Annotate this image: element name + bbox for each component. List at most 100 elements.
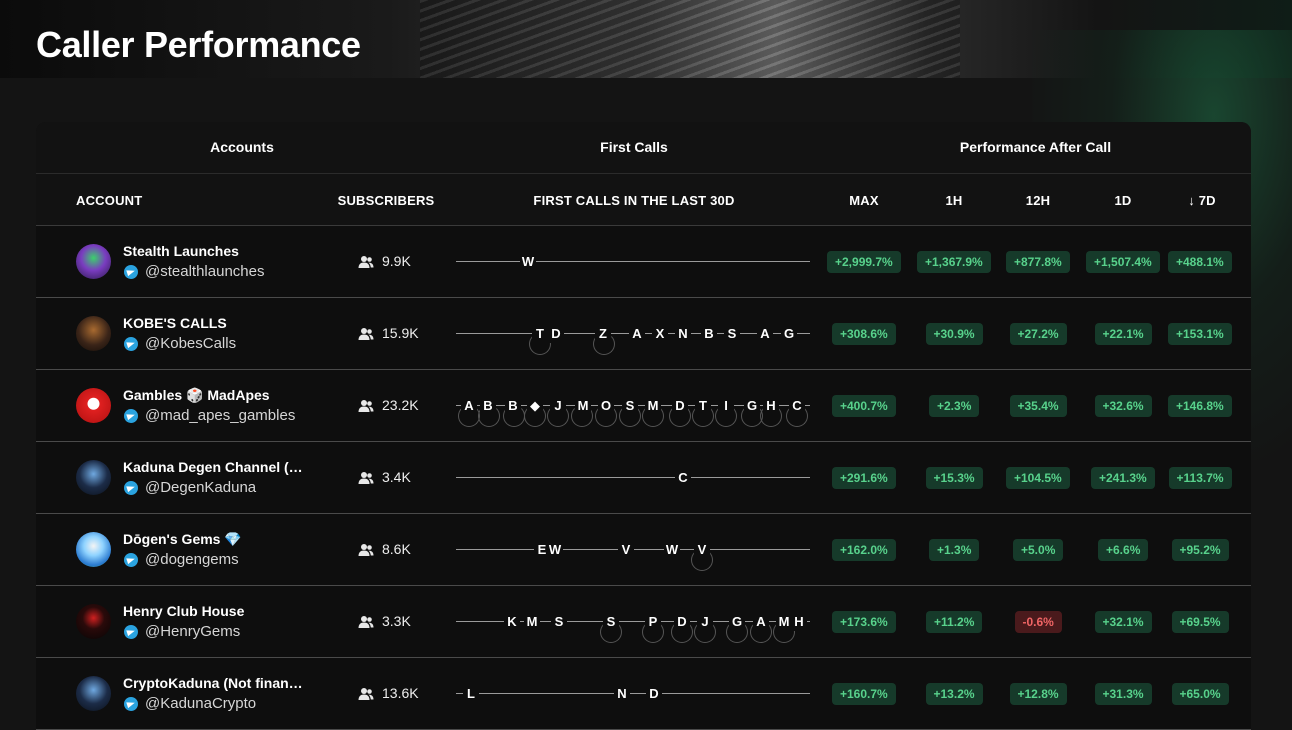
- subscriber-count: 23.2K: [382, 397, 419, 413]
- account-name[interactable]: CryptoKaduna (Not finan…: [123, 675, 303, 691]
- avatar[interactable]: [76, 676, 111, 711]
- account-handle[interactable]: @KadunaCrypto: [145, 695, 256, 712]
- account-handle[interactable]: @KobesCalls: [145, 335, 236, 352]
- avatar[interactable]: [76, 388, 111, 423]
- column-header-max[interactable]: MAX: [824, 193, 904, 208]
- call-token[interactable]: A: [629, 325, 645, 343]
- call-token[interactable]: G: [744, 397, 760, 415]
- call-token[interactable]: ◆: [527, 397, 543, 415]
- column-header-1d[interactable]: 1D: [1083, 193, 1163, 208]
- call-token[interactable]: M: [645, 397, 661, 415]
- perf-badge-max: +308.6%: [832, 323, 896, 345]
- users-icon: [358, 543, 374, 557]
- account-name[interactable]: KOBE'S CALLS: [123, 315, 227, 331]
- perf-badge-h1: +1,367.9%: [917, 251, 991, 273]
- avatar[interactable]: [76, 604, 111, 639]
- call-token[interactable]: C: [789, 397, 805, 415]
- call-token[interactable]: M: [524, 613, 540, 631]
- call-token[interactable]: S: [603, 613, 619, 631]
- table-row[interactable]: Dōgen's Gems 💎 @dogengems 8.6K E W V W V +162.0%…: [36, 514, 1251, 586]
- call-token[interactable]: B: [701, 325, 717, 343]
- table-row[interactable]: Gambles 🎲 MadApes @mad_apes_gambles 23.2K A…: [36, 370, 1251, 442]
- call-token[interactable]: V: [694, 541, 710, 559]
- call-token[interactable]: M: [575, 397, 591, 415]
- table-row[interactable]: Stealth Launches @stealthlaunches 9.9K W +2,…: [36, 226, 1251, 298]
- account-name[interactable]: Henry Club House: [123, 603, 244, 619]
- telegram-icon: [124, 481, 138, 495]
- avatar[interactable]: [76, 244, 111, 279]
- table-row[interactable]: Henry Club House @HenryGems 3.3K K M S S P D J G A M…: [36, 586, 1251, 658]
- perf-badge-d7: +488.1%: [1168, 251, 1232, 273]
- call-token[interactable]: H: [763, 397, 779, 415]
- call-token[interactable]: K: [504, 613, 520, 631]
- call-token[interactable]: O: [598, 397, 614, 415]
- call-token[interactable]: A: [461, 397, 477, 415]
- group-header-row: Accounts First Calls Performance After C…: [36, 122, 1251, 174]
- perf-badge-h12: +35.4%: [1009, 395, 1067, 417]
- perf-badge-d1: +32.1%: [1094, 611, 1152, 633]
- call-token[interactable]: G: [729, 613, 745, 631]
- call-token[interactable]: W: [547, 541, 563, 559]
- users-icon: [358, 327, 374, 341]
- call-token[interactable]: P: [645, 613, 661, 631]
- call-token[interactable]: N: [614, 685, 630, 703]
- account-name[interactable]: Dōgen's Gems 💎: [123, 531, 242, 548]
- account-handle[interactable]: @dogengems: [145, 551, 239, 568]
- column-header-account[interactable]: ACCOUNT: [76, 193, 142, 208]
- call-token[interactable]: D: [646, 685, 662, 703]
- call-token[interactable]: H: [791, 613, 807, 631]
- call-token[interactable]: D: [548, 325, 564, 343]
- call-token[interactable]: S: [724, 325, 740, 343]
- call-token[interactable]: Z: [595, 325, 611, 343]
- table-row[interactable]: Kaduna Degen Channel (… @DegenKaduna 3.4K C…: [36, 442, 1251, 514]
- timeline-line: [456, 477, 810, 478]
- account-handle[interactable]: @DegenKaduna: [145, 479, 256, 496]
- account-handle[interactable]: @stealthlaunches: [145, 263, 264, 280]
- column-header-7d[interactable]: ↓ 7D: [1162, 193, 1242, 208]
- perf-badge-h1: +2.3%: [929, 395, 980, 417]
- column-header-12h[interactable]: 12H: [998, 193, 1078, 208]
- avatar[interactable]: [76, 532, 111, 567]
- call-token[interactable]: A: [753, 613, 769, 631]
- perf-badge-h12: +5.0%: [1013, 539, 1064, 561]
- account-handle[interactable]: @mad_apes_gambles: [145, 407, 295, 424]
- avatar[interactable]: [76, 460, 111, 495]
- call-token[interactable]: X: [652, 325, 668, 343]
- call-token[interactable]: J: [697, 613, 713, 631]
- first-calls-timeline: TDZAXNBSAG: [456, 298, 812, 370]
- call-token[interactable]: T: [532, 325, 548, 343]
- account-name[interactable]: Gambles 🎲 MadApes: [123, 387, 270, 404]
- account-name[interactable]: Kaduna Degen Channel (…: [123, 459, 303, 475]
- call-token[interactable]: C: [675, 469, 691, 487]
- table-row[interactable]: CryptoKaduna (Not finan… @KadunaCrypto 13.…: [36, 658, 1251, 730]
- call-token[interactable]: A: [757, 325, 773, 343]
- call-token[interactable]: J: [550, 397, 566, 415]
- perf-badge-d1: +1,507.4%: [1086, 251, 1160, 273]
- table-row[interactable]: KOBE'S CALLS @KobesCalls 15.9K T D Z A X N B S A G +3…: [36, 298, 1251, 370]
- call-token[interactable]: D: [674, 613, 690, 631]
- call-token[interactable]: T: [695, 397, 711, 415]
- perf-badge-max: +162.0%: [832, 539, 896, 561]
- avatar[interactable]: [76, 316, 111, 351]
- call-token[interactable]: I: [718, 397, 734, 415]
- telegram-icon: [124, 265, 138, 279]
- call-token[interactable]: B: [480, 397, 496, 415]
- call-token[interactable]: W: [664, 541, 680, 559]
- call-token[interactable]: M: [776, 613, 792, 631]
- account-name[interactable]: Stealth Launches: [123, 243, 239, 259]
- call-token[interactable]: N: [675, 325, 691, 343]
- column-header-1h[interactable]: 1H: [914, 193, 994, 208]
- call-token[interactable]: B: [505, 397, 521, 415]
- call-token[interactable]: V: [618, 541, 634, 559]
- telegram-icon: [124, 553, 138, 567]
- call-token[interactable]: G: [781, 325, 797, 343]
- call-token[interactable]: D: [672, 397, 688, 415]
- column-header-subscribers[interactable]: SUBSCRIBERS: [326, 193, 446, 208]
- telegram-icon: [124, 697, 138, 711]
- telegram-icon: [124, 337, 138, 351]
- account-handle[interactable]: @HenryGems: [145, 623, 240, 640]
- call-token[interactable]: W: [520, 253, 536, 271]
- call-token[interactable]: S: [622, 397, 638, 415]
- call-token[interactable]: L: [463, 685, 479, 703]
- call-token[interactable]: S: [551, 613, 567, 631]
